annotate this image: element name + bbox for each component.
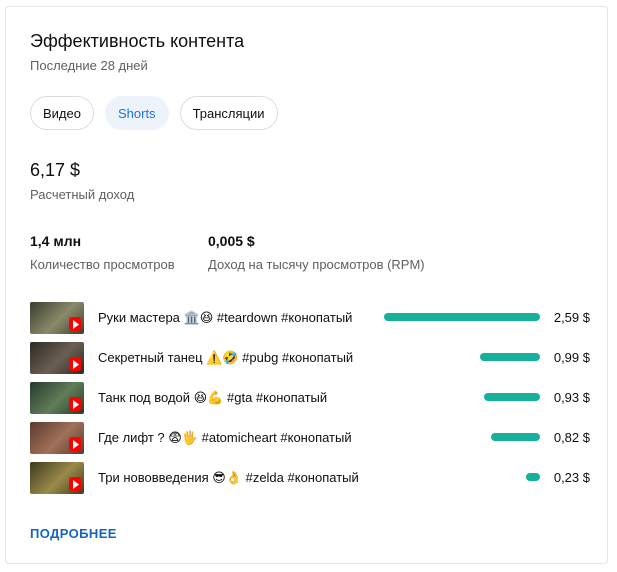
content-row: Руки мастера 🏛️😆 #teardown #конопатый 2,… — [30, 301, 590, 341]
rpm-value: 0,005 $ — [208, 233, 255, 249]
video-thumbnail[interactable] — [30, 342, 84, 374]
revenue-bar — [484, 393, 540, 401]
revenue-bar — [384, 313, 540, 321]
shorts-icon — [69, 397, 81, 411]
video-thumbnail[interactable] — [30, 422, 84, 454]
video-thumbnail[interactable] — [30, 382, 84, 414]
content-row: Секретный танец ⚠️🤣 #pubg #конопатый 0,9… — [30, 341, 590, 381]
revenue-bar-track — [380, 433, 540, 441]
card-subtitle: Последние 28 дней — [30, 58, 148, 73]
views-label: Количество просмотров — [30, 257, 175, 272]
top-content-list: Руки мастера 🏛️😆 #teardown #конопатый 2,… — [30, 301, 590, 501]
revenue-value: 6,17 $ — [30, 160, 81, 180]
content-row: Три нововведения 😎👌 #zelda #конопатый 0,… — [30, 461, 590, 501]
revenue-label: Расчетный доход — [30, 187, 135, 202]
shorts-icon — [69, 357, 81, 371]
revenue-bar — [526, 473, 540, 481]
views-value: 1,4 млн — [30, 233, 82, 249]
tab-live[interactable]: Трансляции — [179, 96, 278, 130]
content-performance-card: Эффективность контента Последние 28 дней… — [5, 6, 608, 564]
video-title[interactable]: Руки мастера 🏛️😆 #teardown #конопатый — [98, 310, 360, 326]
shorts-icon — [69, 317, 81, 331]
revenue-bar — [480, 353, 540, 361]
video-revenue: 0,93 $ — [553, 390, 590, 405]
revenue-bar — [491, 433, 540, 441]
see-more-link[interactable]: ПОДРОБНЕЕ — [30, 526, 117, 541]
shorts-icon — [69, 477, 81, 491]
video-title[interactable]: Секретный танец ⚠️🤣 #pubg #конопатый — [98, 350, 360, 366]
card-title: Эффективность контента — [30, 31, 245, 51]
shorts-icon — [69, 437, 81, 451]
tab-videos[interactable]: Видео — [30, 96, 94, 130]
tab-shorts[interactable]: Shorts — [104, 96, 169, 130]
video-title[interactable]: Танк под водой 😆💪 #gta #конопатый — [98, 390, 360, 406]
video-revenue: 0,23 $ — [553, 470, 590, 485]
video-revenue: 2,59 $ — [553, 310, 590, 325]
video-revenue: 0,99 $ — [553, 350, 590, 365]
video-revenue: 0,82 $ — [553, 430, 590, 445]
content-row: Танк под водой 😆💪 #gta #конопатый 0,93 $ — [30, 381, 590, 421]
revenue-bar-track — [380, 473, 540, 481]
video-thumbnail[interactable] — [30, 302, 84, 334]
revenue-bar-track — [380, 393, 540, 401]
video-title[interactable]: Где лифт ? 😨🖐️ #atomicheart #конопатый — [98, 430, 360, 446]
rpm-label: Доход на тысячу просмотров (RPM) — [208, 257, 425, 272]
revenue-bar-track — [380, 353, 540, 361]
video-title[interactable]: Три нововведения 😎👌 #zelda #конопатый — [98, 470, 360, 486]
content-row: Где лифт ? 😨🖐️ #atomicheart #конопатый 0… — [30, 421, 590, 461]
content-type-tabs: Видео Shorts Трансляции — [30, 96, 278, 130]
video-thumbnail[interactable] — [30, 462, 84, 494]
revenue-bar-track — [380, 313, 540, 321]
